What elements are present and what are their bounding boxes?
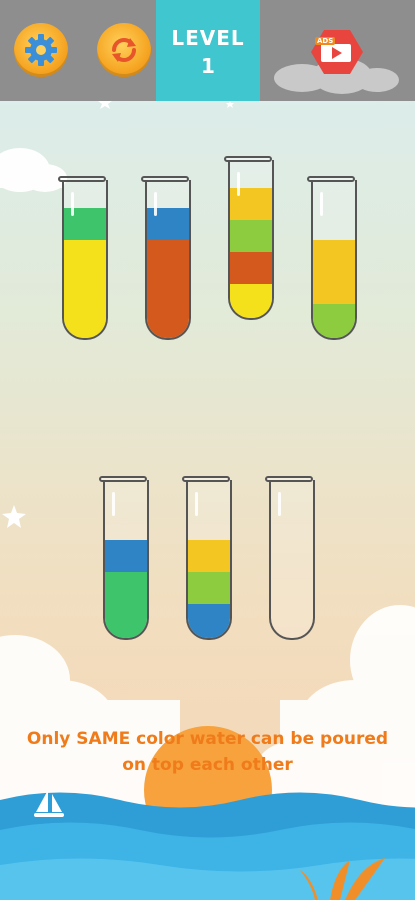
cloud-left <box>0 148 67 192</box>
liquid-segment-gold <box>313 240 355 272</box>
tube-shine <box>278 492 281 516</box>
liquid-segment-blue <box>105 540 147 572</box>
liquid-segment-yellow <box>230 284 272 318</box>
tube-glass <box>311 180 357 340</box>
tube-shine <box>71 192 74 216</box>
liquid-segment-gold <box>313 272 355 304</box>
tube-shine <box>320 192 323 216</box>
liquid-segment-lime <box>313 304 355 338</box>
ad-cloud-icon <box>274 30 399 94</box>
liquid-segment-green <box>105 604 147 638</box>
liquid-segment-yellow <box>64 272 106 304</box>
liquid-segment-orange <box>147 272 189 304</box>
liquid-segment-lime <box>188 572 230 604</box>
tube-rim <box>265 476 313 482</box>
tube-4[interactable] <box>307 176 357 340</box>
tube-glass <box>103 480 149 640</box>
liquid-segment-yellow <box>64 304 106 338</box>
liquid-segment-green <box>105 572 147 604</box>
ad-badge: ADS <box>315 37 336 45</box>
level-number: 1 <box>201 54 215 78</box>
restart-button[interactable] <box>97 23 151 77</box>
tube-rim <box>224 156 272 162</box>
tube-7[interactable] <box>265 476 315 640</box>
tube-6[interactable] <box>182 476 232 640</box>
liquid-segment-orange <box>230 252 272 284</box>
level-label: LEVEL <box>171 26 245 50</box>
restart-icon <box>112 38 136 62</box>
star-small-right <box>226 100 234 108</box>
gear-icon <box>25 34 57 66</box>
tube-shine <box>154 192 157 216</box>
liquid-segment-orange <box>147 240 189 272</box>
tube-glass <box>269 480 315 640</box>
tube-shine <box>195 492 198 516</box>
liquid-segment-blue <box>188 604 230 638</box>
liquid-segment-lime <box>230 220 272 252</box>
tube-glass <box>145 180 191 340</box>
tube-1[interactable] <box>58 176 108 340</box>
level-indicator: LEVEL 1 <box>156 0 260 101</box>
settings-button[interactable] <box>14 23 68 77</box>
watch-ad-button[interactable]: ADS <box>272 28 402 96</box>
liquid-segment-gold <box>188 540 230 572</box>
tube-rim <box>99 476 147 482</box>
tube-2[interactable] <box>141 176 191 340</box>
liquid-segment-yellow <box>64 240 106 272</box>
tube-glass <box>228 160 274 320</box>
tube-rim <box>141 176 189 182</box>
tube-glass <box>62 180 108 340</box>
tube-rim <box>307 176 355 182</box>
hint-line-2: on top each other <box>122 755 293 775</box>
tube-3[interactable] <box>224 156 274 320</box>
tube-rim <box>58 176 106 182</box>
tube-rim <box>182 476 230 482</box>
tube-5[interactable] <box>99 476 149 640</box>
hint-line-1: Only SAME color water can be poured <box>26 729 389 749</box>
tube-shine <box>237 172 240 196</box>
star-left <box>2 505 26 528</box>
liquid-segment-orange <box>147 304 189 338</box>
tube-glass <box>186 480 232 640</box>
tube-shine <box>112 492 115 516</box>
